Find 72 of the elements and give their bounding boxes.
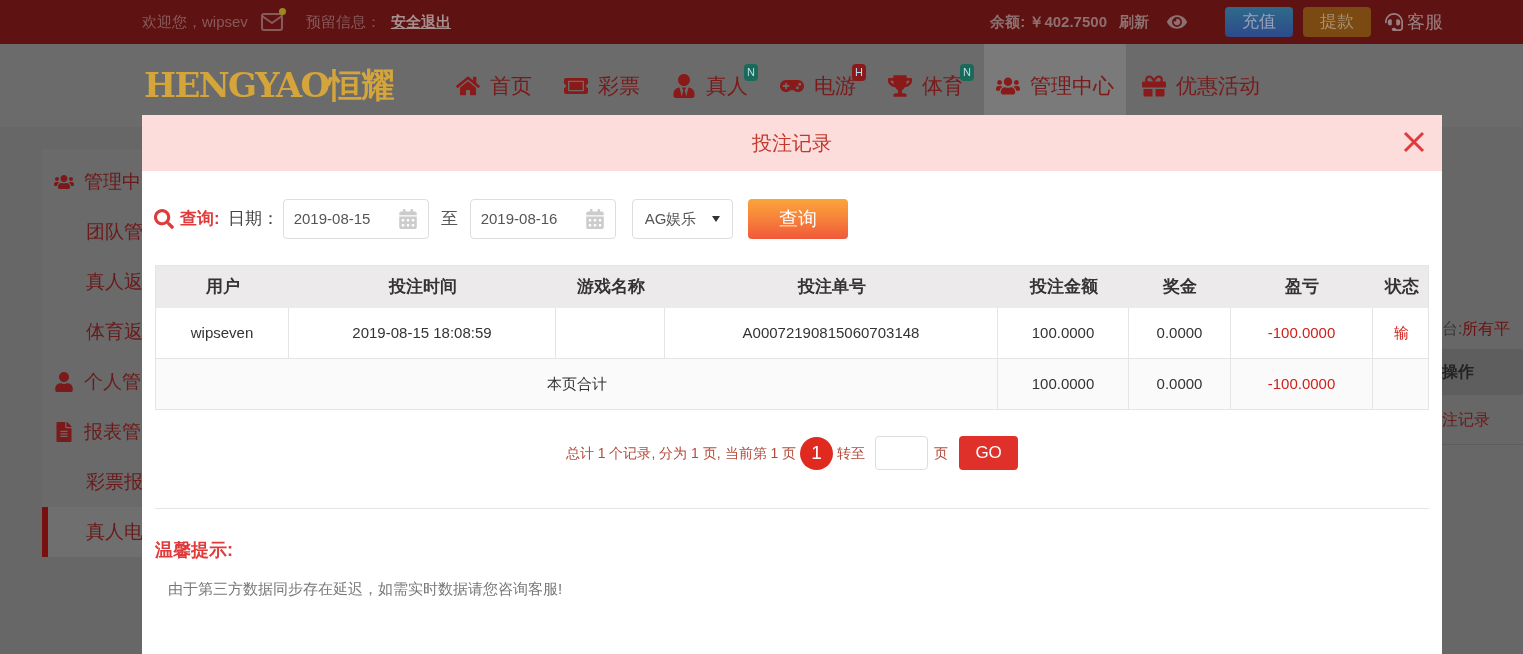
platform-select[interactable]: AG娱乐 [631,199,733,239]
close-button[interactable] [1402,129,1426,155]
column-header: 投注单号 [796,276,867,299]
refresh-link[interactable]: 刷新 [1119,10,1149,34]
group-icon [54,172,74,192]
logout-link[interactable]: 安全退出 [390,10,451,34]
sidebar-item[interactable]: 管理中 [42,157,142,207]
column-header: 投注时间 [387,276,458,299]
page-input[interactable] [875,436,929,470]
service-link[interactable]: 客服 [1407,8,1443,36]
column-header: 操作 [1442,362,1474,382]
table-cell: 本页合计 [156,359,998,409]
search-icon [154,209,174,229]
column-header: 投注金额 [1028,276,1099,299]
sidebar-item[interactable]: 团队管 [42,207,142,257]
group-icon [54,422,74,442]
calendar-icon [397,209,418,229]
nav-icon [888,73,912,98]
eye-icon[interactable] [1167,12,1187,32]
sidebar-item[interactable]: 真人电 [42,507,142,557]
sidebar-item[interactable]: 彩票报 [42,457,142,507]
end-date-field[interactable]: 2019-08-16 [469,199,616,239]
start-date-field[interactable]: 2019-08-15 [282,199,429,239]
to-label: 至 [440,208,458,231]
pagination-summary: 总计 1 个记录, 分为 1 页, 当前第 1 页 [565,443,797,463]
filter-value: 所有平 [1462,319,1511,339]
record-link[interactable]: 注记录 [1442,407,1490,432]
table-cell: wipseven [156,308,289,358]
table-cell: 0.0000 [1129,359,1231,409]
page-unit: 页 [934,443,949,463]
go-button[interactable]: GO [959,436,1019,470]
nav-icon [672,73,696,98]
table-cell: -100.0000 [1231,359,1373,409]
logo[interactable]: HENGYAO恒耀 [144,60,404,111]
table-cell: 100.0000 [998,359,1129,409]
sidebar-item[interactable]: 报表管 [42,407,142,457]
sidebar-item[interactable]: 真人返 [42,257,142,307]
table-cell: -100.0000 [1231,308,1373,358]
sidebar-item[interactable]: 体育返 [42,307,142,357]
balance-text: 余额: ￥402.7500 [990,11,1107,32]
page-button[interactable]: 1 [800,436,834,470]
table-cell: 0.0000 [1129,308,1231,358]
nav-icon [1142,73,1166,98]
table-cell: 2019-08-15 18:08:59 [289,308,556,358]
welcome-text: 欢迎您，wipsev [142,11,248,32]
dropdown-arrow-icon [711,216,720,222]
query-button[interactable]: 查询 [747,199,848,239]
mail-icon[interactable] [259,10,284,34]
notice-label: 预留信息： [305,11,381,32]
nav-badge: N [960,64,974,81]
query-label: 查询: [180,208,220,231]
table-cell: A00072190815060703148 [665,308,998,358]
sidebar-item[interactable]: 个人管 [42,357,142,407]
column-header: 游戏名称 [575,276,646,299]
deposit-button[interactable]: 充值 [1225,7,1293,37]
table-cell-text: 输 [1393,322,1410,343]
group-icon [54,372,74,392]
column-header: 奖金 [1162,276,1198,299]
goto-label: 转至 [837,443,866,463]
table-cell: 100.0000 [998,308,1129,358]
column-header: 盈亏 [1284,276,1320,299]
dialog-title: 投注记录 [752,131,832,156]
tips-text: 由于第三方数据同步存在延迟，如需实时数据请您咨询客服! [168,579,564,599]
withdraw-button[interactable]: 提款 [1303,7,1371,37]
calendar-icon [584,209,605,229]
column-header: 用户 [204,276,241,299]
date-label: 日期： [227,208,279,231]
nav-badge: N [744,64,758,81]
tips-title: 温馨提示: [155,539,234,562]
column-header: 状态 [1383,276,1420,299]
nav-badge: H [852,64,866,81]
headset-icon[interactable] [1385,13,1403,31]
